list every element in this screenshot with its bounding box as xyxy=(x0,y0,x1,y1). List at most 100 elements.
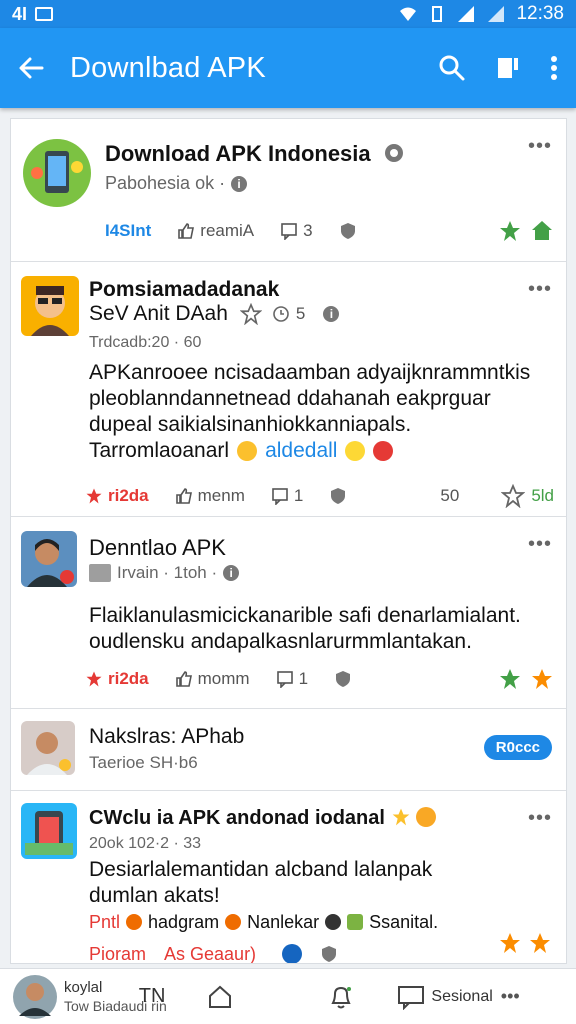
device-icon xyxy=(89,564,111,582)
avatar[interactable] xyxy=(21,531,77,587)
upvote-button[interactable]: ri2da xyxy=(85,669,149,689)
search-icon[interactable] xyxy=(438,54,466,82)
post-card[interactable]: CWclu ia APK andonad iodanal 20ok 102·2 … xyxy=(11,791,566,963)
back-arrow-icon[interactable] xyxy=(18,56,44,80)
phone-illustration-icon xyxy=(31,151,83,193)
post-tags-line: Pntl hadgram Nanlekar Ssanital. xyxy=(89,909,559,935)
tag-4[interactable]: Ssanital. xyxy=(369,909,438,935)
tag-6[interactable]: As Geaaur) xyxy=(164,941,256,963)
messages-label: Sesional xyxy=(431,987,493,1005)
status-bar: 4I 12:38 xyxy=(0,0,576,28)
rating-label: 5ld xyxy=(531,486,554,505)
more-options-icon[interactable]: ••• xyxy=(528,278,552,301)
post-author[interactable]: CWclu ia APK andonad iodanal xyxy=(89,807,437,830)
post-author-text: Pomsiamadadanak xyxy=(89,278,280,301)
info-icon: i xyxy=(323,306,340,322)
more-options-icon[interactable]: ••• xyxy=(528,807,552,830)
tag-2[interactable]: hadgram xyxy=(148,909,219,935)
feed[interactable]: Download APK Indonesia Pabohesia ok · i … xyxy=(10,118,567,964)
status-text: 4I xyxy=(12,3,28,24)
comment-icon xyxy=(276,671,293,688)
thumbs-up-icon xyxy=(178,223,195,239)
hand-emoji-icon xyxy=(345,441,366,461)
bomb-emoji-icon xyxy=(325,914,342,930)
first-action[interactable]: I4SInt xyxy=(105,221,151,241)
comment-count: 3 xyxy=(303,221,313,240)
signal-icon xyxy=(458,6,475,22)
post-card[interactable]: Nakslras: APhab Taerioe SH·b6 R0ccc xyxy=(11,709,566,791)
timestamp-text: 20ok 102·2 · 33 xyxy=(89,835,202,852)
apple-emoji-icon xyxy=(373,441,394,461)
post-author[interactable]: Download APK Indonesia xyxy=(105,141,405,167)
home-badge-icon xyxy=(532,221,552,240)
gift-emoji-icon xyxy=(347,914,364,930)
shield-icon[interactable] xyxy=(334,670,352,688)
tab-n1[interactable]: TN xyxy=(139,985,166,1008)
orange-star-icon xyxy=(532,669,552,689)
app-logo[interactable] xyxy=(21,803,77,859)
follow-button-label: R0ccc xyxy=(495,739,540,756)
body-text-2: Tarromlaoanarl xyxy=(89,439,230,462)
post-subtitle-text: Taerioe SH·b6 xyxy=(89,753,198,772)
post-author[interactable]: Denntlao APK xyxy=(89,535,226,561)
tag-1[interactable]: Pntl xyxy=(89,909,120,935)
home-tab[interactable] xyxy=(207,984,233,1010)
upvote-label: ri2da xyxy=(108,486,149,505)
upvote-label: ri2da xyxy=(108,669,149,688)
post-card[interactable]: Pomsiamadadanak SeV Anit DAah 5 i Trdcad… xyxy=(11,262,566,517)
star-emoji-icon xyxy=(392,808,409,826)
post-author[interactable]: Pomsiamadadanak xyxy=(89,278,279,302)
comment-count: 1 xyxy=(293,486,304,505)
comment-button[interactable]: 3 xyxy=(280,221,313,241)
more-options-icon[interactable]: ••• xyxy=(528,135,552,158)
comment-button[interactable]: 1 xyxy=(271,486,303,506)
home-icon xyxy=(209,985,232,1008)
avatar[interactable] xyxy=(21,721,75,775)
comment-icon xyxy=(281,223,297,240)
bell-icon xyxy=(331,986,352,1008)
chat-icon xyxy=(398,985,425,1010)
shield-icon[interactable] xyxy=(320,945,338,963)
comment-button[interactable]: 1 xyxy=(276,669,308,689)
clock-icon xyxy=(273,306,289,322)
like-button[interactable]: momm xyxy=(175,669,250,689)
person-photo-icon xyxy=(27,539,74,587)
notifications-tab[interactable] xyxy=(327,983,355,1011)
post-card[interactable]: Download APK Indonesia Pabohesia ok · i … xyxy=(11,119,566,262)
timestamp-text: Trdcadb:20 · 60 xyxy=(89,334,202,351)
post-card[interactable]: Denntlao APK Irvain · 1toh · i ••• Flaik… xyxy=(11,517,566,709)
clock-count: 5 xyxy=(295,304,306,323)
more-vert-icon[interactable] xyxy=(550,55,558,81)
app-illustration-icon xyxy=(25,811,73,855)
globe-icon xyxy=(282,944,303,963)
gallery-icon xyxy=(35,7,54,21)
bookmark-icon[interactable] xyxy=(496,55,520,81)
app-logo[interactable] xyxy=(23,139,91,207)
star-outline-icon[interactable] xyxy=(239,303,262,325)
like-button[interactable]: reamiA xyxy=(177,221,254,241)
first-action-label: I4SInt xyxy=(105,221,152,240)
post-author-text: Nakslras: APhab xyxy=(89,725,245,748)
user-avatar xyxy=(13,974,57,1019)
upvote-button[interactable]: ri2da xyxy=(85,486,149,506)
follow-button[interactable]: R0ccc xyxy=(483,735,552,760)
hashtag-link[interactable]: aldedall xyxy=(265,438,337,464)
star-outline-icon[interactable] xyxy=(501,484,526,508)
post-subtitle-text: Pabohesia ok · xyxy=(105,173,226,193)
tag-3[interactable]: Nanlekar xyxy=(247,909,319,935)
more-options-icon[interactable]: ••• xyxy=(528,533,552,556)
avatar[interactable] xyxy=(21,276,79,336)
green-star-icon xyxy=(500,669,520,689)
like-button[interactable]: menm xyxy=(175,486,245,506)
more-tab[interactable]: ••• xyxy=(501,986,520,1007)
post-subtitle-text: Irvain · 1toh · xyxy=(117,563,218,582)
post-actions: ri2da momm 1 xyxy=(85,667,554,691)
flower-emoji-icon xyxy=(225,914,242,930)
tag-5[interactable]: Pioram xyxy=(89,941,146,963)
post-actions: ri2da menm 1 50 5ld xyxy=(85,484,554,508)
messages-tab[interactable]: Sesional xyxy=(397,984,493,1010)
shield-icon[interactable] xyxy=(329,487,347,505)
shield-icon[interactable] xyxy=(339,222,357,240)
orange-star-icon xyxy=(500,933,520,953)
post-author[interactable]: Nakslras: APhab xyxy=(89,725,244,749)
